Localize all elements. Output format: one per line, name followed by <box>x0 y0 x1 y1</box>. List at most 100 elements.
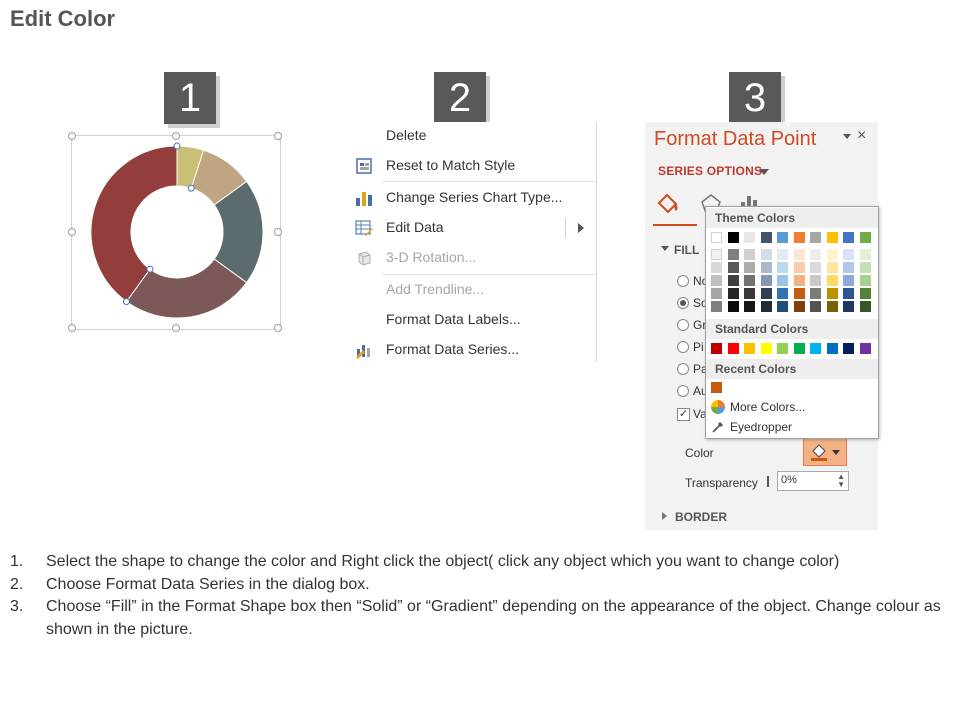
theme-shade-swatch[interactable] <box>793 275 805 286</box>
theme-shade-swatch[interactable] <box>777 262 788 273</box>
theme-shade-swatch[interactable] <box>711 275 722 286</box>
selection-point[interactable] <box>146 265 154 273</box>
standard-color-swatch[interactable] <box>826 343 838 354</box>
close-icon[interactable]: × <box>857 127 866 145</box>
theme-shade-swatch[interactable] <box>777 249 788 260</box>
fill-option-solid[interactable] <box>677 297 689 309</box>
chevron-down-icon[interactable] <box>759 169 769 175</box>
theme-color-swatch[interactable] <box>826 232 838 243</box>
theme-shade-swatch[interactable] <box>859 288 871 299</box>
vary-colors-checkbox[interactable]: ✓ <box>677 408 690 421</box>
menu-item-change-chart-type[interactable]: Change Series Chart Type... <box>352 184 596 212</box>
resize-handle[interactable] <box>172 132 180 140</box>
theme-shade-swatch[interactable] <box>744 249 755 260</box>
donut-chart[interactable] <box>85 140 269 324</box>
resize-handle[interactable] <box>274 228 282 236</box>
theme-color-swatch[interactable] <box>843 232 854 243</box>
theme-shade-swatch[interactable] <box>859 301 871 312</box>
selection-point[interactable] <box>187 184 195 192</box>
standard-color-swatch[interactable] <box>810 343 821 354</box>
resize-handle[interactable] <box>68 228 76 236</box>
resize-handle[interactable] <box>172 324 180 332</box>
theme-shade-swatch[interactable] <box>810 262 821 273</box>
fill-option-pattern[interactable] <box>677 363 689 375</box>
transparency-input[interactable]: 0% ▲ ▼ <box>777 471 849 491</box>
fill-color-button[interactable] <box>803 438 847 466</box>
theme-shade-swatch[interactable] <box>793 288 805 299</box>
theme-shade-swatch[interactable] <box>760 275 772 286</box>
theme-shade-swatch[interactable] <box>777 288 788 299</box>
fill-line-tab-icon[interactable] <box>655 190 681 224</box>
theme-shade-swatch[interactable] <box>810 288 821 299</box>
theme-shade-swatch[interactable] <box>777 301 788 312</box>
standard-color-swatch[interactable] <box>859 343 871 354</box>
standard-color-swatch[interactable] <box>760 343 772 354</box>
more-colors-link[interactable]: More Colors... <box>730 400 805 414</box>
menu-item-edit-data[interactable]: Edit Data <box>352 214 596 242</box>
theme-shade-swatch[interactable] <box>760 249 772 260</box>
standard-color-swatch[interactable] <box>777 343 788 354</box>
theme-color-swatch[interactable] <box>777 232 788 243</box>
theme-shade-swatch[interactable] <box>793 249 805 260</box>
theme-shade-swatch[interactable] <box>859 262 871 273</box>
theme-color-swatch[interactable] <box>744 232 755 243</box>
theme-shade-swatch[interactable] <box>760 262 772 273</box>
standard-color-swatch[interactable] <box>744 343 755 354</box>
theme-color-swatch[interactable] <box>711 232 722 243</box>
menu-item-format-data-labels[interactable]: Format Data Labels... <box>352 306 596 334</box>
menu-item-delete[interactable]: Delete <box>352 122 596 150</box>
theme-shade-swatch[interactable] <box>843 249 854 260</box>
theme-shade-swatch[interactable] <box>843 301 854 312</box>
menu-item-format-data-series[interactable]: Format Data Series... <box>352 336 596 364</box>
series-options-dropdown[interactable]: SERIES OPTIONS <box>658 164 762 178</box>
theme-shade-swatch[interactable] <box>826 288 838 299</box>
theme-shade-swatch[interactable] <box>727 275 739 286</box>
theme-shade-swatch[interactable] <box>727 262 739 273</box>
theme-shade-swatch[interactable] <box>793 301 805 312</box>
resize-handle[interactable] <box>68 324 76 332</box>
eyedropper-link[interactable]: Eyedropper <box>730 420 792 434</box>
theme-shade-swatch[interactable] <box>826 301 838 312</box>
theme-color-swatch[interactable] <box>810 232 821 243</box>
theme-shade-swatch[interactable] <box>793 262 805 273</box>
theme-shade-swatch[interactable] <box>810 249 821 260</box>
transparency-slider[interactable] <box>767 476 769 487</box>
theme-color-swatch[interactable] <box>793 232 805 243</box>
theme-shade-swatch[interactable] <box>843 262 854 273</box>
menu-item-reset-style[interactable]: Reset to Match Style <box>352 152 596 180</box>
resize-handle[interactable] <box>274 324 282 332</box>
theme-shade-swatch[interactable] <box>810 275 821 286</box>
standard-color-swatch[interactable] <box>843 343 854 354</box>
pane-options-dropdown-icon[interactable] <box>843 134 851 139</box>
theme-shade-swatch[interactable] <box>711 249 722 260</box>
theme-shade-swatch[interactable] <box>744 262 755 273</box>
theme-shade-swatch[interactable] <box>711 288 722 299</box>
fill-option-no-fill[interactable] <box>677 275 689 287</box>
theme-shade-swatch[interactable] <box>760 301 772 312</box>
theme-shade-swatch[interactable] <box>859 249 871 260</box>
spinner-arrows-icon[interactable]: ▲ ▼ <box>837 473 845 489</box>
theme-shade-swatch[interactable] <box>744 301 755 312</box>
fill-section-header[interactable]: FILL <box>674 243 699 257</box>
theme-shade-swatch[interactable] <box>843 275 854 286</box>
expand-caret-icon[interactable] <box>662 512 667 520</box>
standard-color-swatch[interactable] <box>793 343 805 354</box>
theme-shade-swatch[interactable] <box>727 288 739 299</box>
fill-option-picture[interactable] <box>677 341 689 353</box>
menu-item-3d-rotation[interactable]: 3-D Rotation... <box>352 244 596 272</box>
theme-shade-swatch[interactable] <box>727 249 739 260</box>
theme-shade-swatch[interactable] <box>826 249 838 260</box>
theme-shade-swatch[interactable] <box>760 288 772 299</box>
theme-color-swatch[interactable] <box>727 232 739 243</box>
collapse-caret-icon[interactable] <box>661 246 669 251</box>
resize-handle[interactable] <box>68 132 76 140</box>
theme-shade-swatch[interactable] <box>727 301 739 312</box>
resize-handle[interactable] <box>274 132 282 140</box>
theme-shade-swatch[interactable] <box>826 262 838 273</box>
standard-color-swatch[interactable] <box>711 343 722 354</box>
fill-option-automatic[interactable] <box>677 385 689 397</box>
theme-color-swatch[interactable] <box>760 232 772 243</box>
theme-shade-swatch[interactable] <box>744 288 755 299</box>
theme-shade-swatch[interactable] <box>859 275 871 286</box>
recent-color-swatch[interactable] <box>711 382 722 393</box>
